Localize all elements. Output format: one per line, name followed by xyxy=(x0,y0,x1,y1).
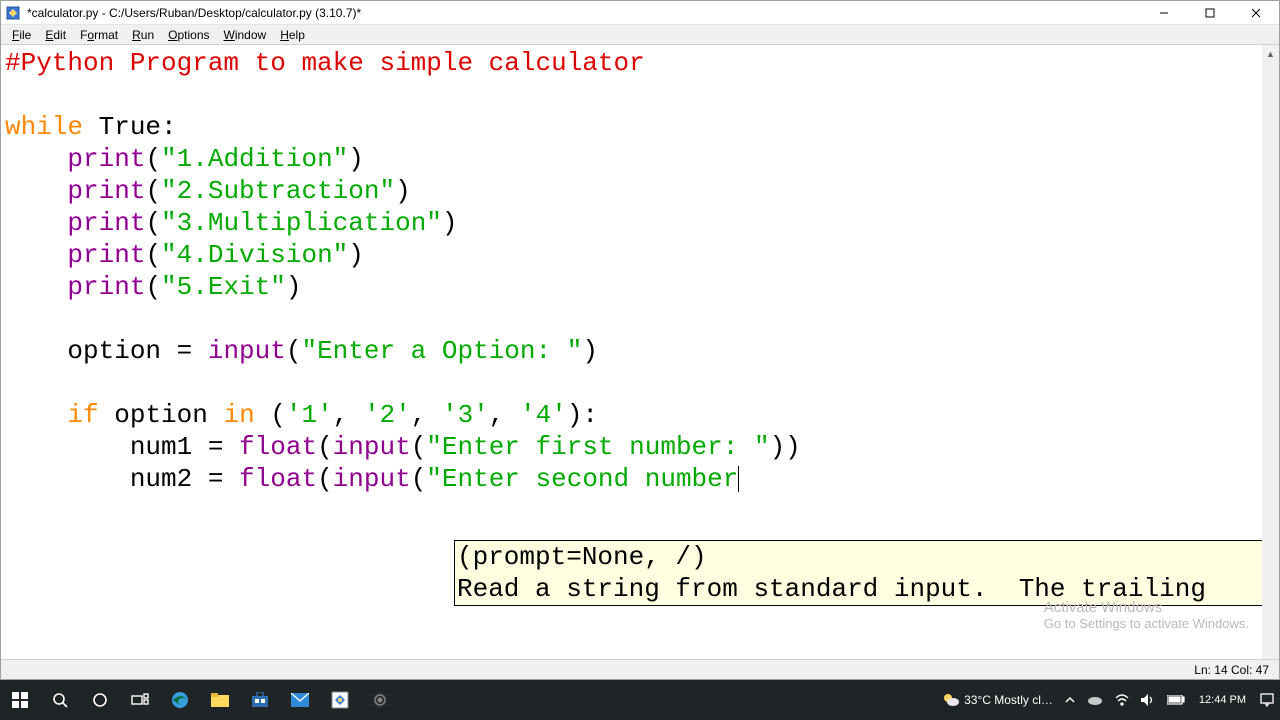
window-title: *calculator.py - C:/Users/Ruban/Desktop/… xyxy=(25,6,1141,20)
maximize-button[interactable] xyxy=(1187,1,1233,24)
task-view-button[interactable] xyxy=(120,680,160,720)
menu-help[interactable]: Help xyxy=(273,27,312,43)
tray-chevron-up-icon[interactable] xyxy=(1059,680,1081,720)
weather-widget[interactable]: 33°C Mostly cl… xyxy=(936,680,1059,720)
menu-run[interactable]: Run xyxy=(125,27,161,43)
idle-taskbar-icon[interactable] xyxy=(320,680,360,720)
code-editor[interactable]: #Python Program to make simple calculato… xyxy=(1,45,1279,497)
titlebar: *calculator.py - C:/Users/Ruban/Desktop/… xyxy=(1,1,1279,25)
menubar: File Edit Format Run Options Window Help xyxy=(1,25,1279,45)
menu-edit[interactable]: Edit xyxy=(38,27,73,43)
calltip-tooltip: (prompt=None, /) Read a string from stan… xyxy=(454,540,1273,606)
battery-icon[interactable] xyxy=(1161,680,1191,720)
notifications-icon[interactable] xyxy=(1254,680,1280,720)
minimize-button[interactable] xyxy=(1141,1,1187,24)
start-button[interactable] xyxy=(0,680,40,720)
store-icon[interactable] xyxy=(240,680,280,720)
idle-icon xyxy=(5,5,21,21)
scroll-up-arrow[interactable]: ▲ xyxy=(1262,45,1279,62)
cursor-position: Ln: 14 Col: 47 xyxy=(1194,663,1269,677)
statusbar: Ln: 14 Col: 47 xyxy=(1,659,1279,679)
obs-icon[interactable] xyxy=(360,680,400,720)
close-button[interactable] xyxy=(1233,1,1279,24)
code-comment: #Python Program to make simple calculato… xyxy=(5,48,645,78)
vertical-scrollbar[interactable]: ▲ xyxy=(1262,45,1279,661)
menu-file[interactable]: File xyxy=(5,27,38,43)
idle-window: *calculator.py - C:/Users/Ruban/Desktop/… xyxy=(0,0,1280,680)
menu-format[interactable]: Format xyxy=(73,27,125,43)
onedrive-icon[interactable] xyxy=(1081,680,1109,720)
system-tray: 33°C Mostly cl… 12:44 PM xyxy=(936,680,1280,720)
menu-options[interactable]: Options xyxy=(161,27,216,43)
activate-windows-watermark: Activate Windows Go to Settings to activ… xyxy=(1044,599,1249,631)
search-button[interactable] xyxy=(40,680,80,720)
text-cursor xyxy=(738,466,739,492)
mail-icon[interactable] xyxy=(280,680,320,720)
clock[interactable]: 12:44 PM xyxy=(1191,693,1254,707)
taskbar: 33°C Mostly cl… 12:44 PM xyxy=(0,680,1280,720)
menu-window[interactable]: Window xyxy=(217,27,274,43)
wifi-icon[interactable] xyxy=(1109,680,1135,720)
file-explorer-icon[interactable] xyxy=(200,680,240,720)
volume-icon[interactable] xyxy=(1135,680,1161,720)
cortana-button[interactable] xyxy=(80,680,120,720)
edge-icon[interactable] xyxy=(160,680,200,720)
editor-area[interactable]: #Python Program to make simple calculato… xyxy=(1,45,1279,661)
